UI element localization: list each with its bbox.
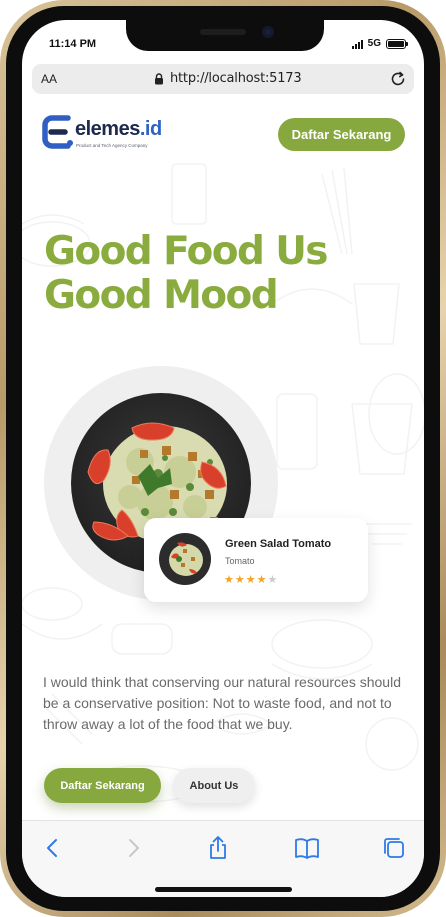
reload-icon[interactable] [388,69,408,89]
hero-title: Good Food Us Good Mood [44,230,374,318]
network-label: 5G [367,38,381,49]
rating-star: ★ [267,573,278,586]
hero-title-line-1: Good Food Us [44,229,329,274]
browser-toolbar [22,820,424,897]
hero-description: I would think that conserving our natura… [43,674,401,732]
front-camera [262,26,274,38]
battery-icon [386,38,408,49]
site-logo[interactable]: elemes.id Product and Tech Agency Compan… [42,114,172,154]
share-icon[interactable] [205,835,231,861]
url-text: http://localhost:5173 [170,71,302,86]
web-page: elemes.id Product and Tech Agency Compan… [22,104,424,820]
lock-icon [154,72,164,85]
rating-star: ★ [224,573,234,586]
rating-star: ★ [245,573,256,586]
logo-name: elemes [75,118,140,140]
logo-tagline: Product and Tech Agency Company [76,143,148,148]
register-button[interactable]: Daftar Sekarang [44,768,161,803]
logo-text: elemes.id [75,118,162,141]
status-time: 11:14 PM [49,38,97,50]
rating-star: ★ [256,573,267,586]
tabs-icon[interactable] [381,835,407,861]
logo-mark-icon [42,115,73,149]
header-register-button[interactable]: Daftar Sekarang [278,118,405,151]
product-subtitle: Tomato [225,556,255,566]
rating-stars: ★ ★ ★ ★ ★ [224,574,277,585]
speaker [200,29,246,35]
forward-icon[interactable] [120,835,146,861]
text-size-button[interactable]: AA [41,72,57,86]
back-icon[interactable] [40,835,66,861]
home-indicator[interactable] [155,887,292,892]
notch [126,20,324,51]
status-indicators: 5G [351,38,408,49]
product-card[interactable]: Green Salad Tomato Tomato ★ ★ ★ ★ ★ [144,518,368,602]
signal-icon [351,39,363,49]
product-name: Green Salad Tomato [225,538,332,550]
url-display[interactable]: http://localhost:5173 [154,71,302,86]
bookmarks-icon[interactable] [294,835,320,861]
about-us-button[interactable]: About Us [173,768,255,803]
salad-thumbnail [159,533,211,585]
address-bar[interactable]: AA http://localhost:5173 [32,64,414,94]
rating-star: ★ [234,573,245,586]
logo-suffix: .id [139,118,162,140]
hero-title-line-2: Good Mood [44,273,279,318]
phone-screen: 11:14 PM 5G AA http://localhost:5173 ele… [22,20,424,897]
